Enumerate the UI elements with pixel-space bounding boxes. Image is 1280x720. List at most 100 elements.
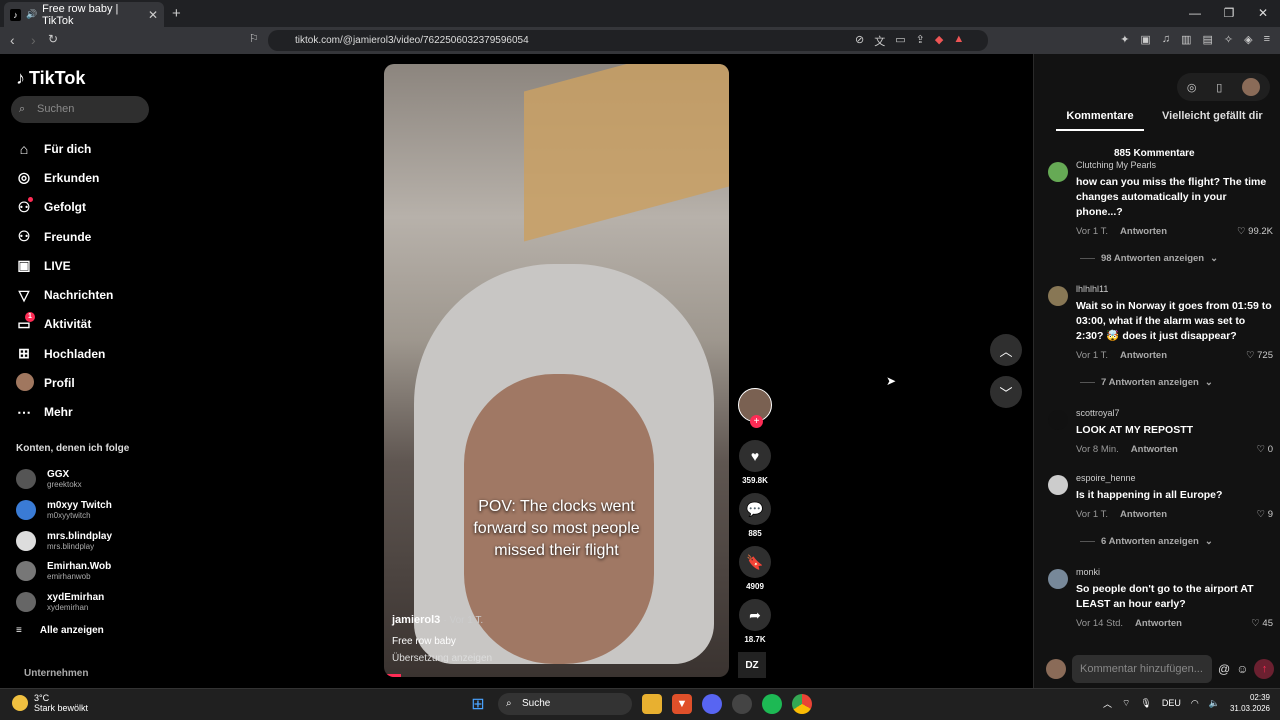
reply-button[interactable]: Antworten bbox=[1120, 350, 1167, 361]
wifi-icon[interactable]: ◠ bbox=[1191, 698, 1199, 709]
music-disc[interactable]: DZ bbox=[738, 652, 766, 678]
prev-video-button[interactable]: ︿ bbox=[990, 334, 1022, 366]
emoji-icon[interactable]: ☺ bbox=[1236, 662, 1248, 676]
menu-item-more[interactable]: ⋯ Mehr bbox=[16, 398, 113, 427]
menu-item-following[interactable]: ⚇ Gefolgt bbox=[16, 193, 113, 222]
tiktok-logo[interactable]: ♪ TikTok bbox=[16, 68, 85, 89]
reply-button[interactable]: Antworten bbox=[1120, 226, 1167, 237]
commenter-avatar[interactable] bbox=[1048, 475, 1068, 495]
cast-icon[interactable]: ▭ bbox=[895, 33, 905, 49]
volume-icon[interactable]: 🔈 bbox=[1209, 698, 1220, 709]
close-tab-icon[interactable]: ✕ bbox=[148, 8, 158, 22]
comment-like[interactable]: ♡ 99.2K bbox=[1237, 226, 1273, 237]
comment-input[interactable]: Kommentar hinzufügen... bbox=[1072, 655, 1212, 683]
chrome-icon[interactable] bbox=[792, 694, 812, 714]
menu-item-activity[interactable]: ▭ 1 Aktivität bbox=[16, 310, 113, 339]
new-tab-button[interactable]: + bbox=[172, 5, 181, 22]
send-icon[interactable]: ↑ bbox=[1254, 659, 1275, 679]
menu-icon[interactable]: ≡ bbox=[1264, 33, 1270, 46]
comment-action[interactable]: 💬 885 bbox=[738, 493, 772, 538]
speaker-icon[interactable]: 🔊 bbox=[26, 9, 37, 20]
reply-button[interactable]: Antworten bbox=[1120, 509, 1167, 520]
comment-like[interactable]: ♡ 725 bbox=[1246, 350, 1273, 361]
music-icon[interactable]: ♫ bbox=[1162, 33, 1170, 46]
comment-like[interactable]: ♡ 45 bbox=[1251, 618, 1273, 629]
following-account[interactable]: GGX greektokx bbox=[16, 464, 112, 495]
comment-like[interactable]: ♡ 0 bbox=[1257, 444, 1273, 455]
tab-comments[interactable]: Kommentare bbox=[1056, 110, 1144, 131]
commenter-avatar[interactable] bbox=[1048, 286, 1068, 306]
show-replies-button[interactable]: 98 Antworten anzeigen ⌄ bbox=[1080, 253, 1273, 264]
company-link[interactable]: Unternehmen bbox=[24, 668, 88, 679]
discord-icon[interactable] bbox=[702, 694, 722, 714]
following-account[interactable]: m0xyy Twitch m0xyytwitch bbox=[16, 495, 112, 526]
phone-icon[interactable]: ▯ bbox=[1216, 81, 1222, 94]
taskbar-search[interactable]: ⌕ Suche bbox=[498, 693, 632, 715]
tabs-icon[interactable]: ▣ bbox=[1140, 33, 1150, 46]
commenter-name[interactable]: espoire_henne bbox=[1076, 473, 1273, 483]
sidebar-icon[interactable]: ▥ bbox=[1181, 33, 1191, 46]
brave-browser-icon[interactable]: ▼ bbox=[672, 694, 692, 714]
save-action[interactable]: 🔖 4909 bbox=[738, 546, 772, 591]
commenter-name[interactable]: monki bbox=[1076, 567, 1273, 577]
share-icon[interactable]: ⇪ bbox=[916, 33, 925, 49]
author-avatar[interactable]: + bbox=[738, 388, 772, 428]
forward-icon[interactable]: › bbox=[31, 32, 36, 48]
like-action[interactable]: ♥ 359.8K bbox=[738, 440, 772, 485]
menu-item-for-you[interactable]: ⌂ Für dich bbox=[16, 134, 113, 163]
compass-icon[interactable]: ◎ bbox=[1187, 81, 1197, 94]
brave-shield-icon[interactable]: ◆ bbox=[935, 33, 943, 49]
video-author[interactable]: jamierol3 · Vor 1 T. bbox=[392, 614, 483, 626]
steam-icon[interactable] bbox=[732, 694, 752, 714]
chevron-up-icon[interactable]: ︿ bbox=[1103, 697, 1112, 710]
menu-item-messages[interactable]: ▽ Nachrichten bbox=[16, 280, 114, 309]
menu-item-profile[interactable]: Profil bbox=[16, 368, 113, 397]
commenter-name[interactable]: scottroyal7 bbox=[1076, 408, 1273, 418]
wallet-icon[interactable]: ▤ bbox=[1202, 33, 1212, 46]
file-explorer-icon[interactable] bbox=[642, 694, 662, 714]
translate-link[interactable]: Übersetzung anzeigen bbox=[392, 653, 492, 664]
weather-widget[interactable]: 3°C Stark bewölkt bbox=[12, 693, 88, 713]
menu-item-live[interactable]: ▣ LIVE bbox=[16, 251, 113, 280]
browser-tab[interactable]: ♪ 🔊 Free row baby | TikTok ✕ bbox=[4, 2, 164, 27]
search-input[interactable]: ⌕ Suchen bbox=[11, 96, 149, 123]
show-replies-button[interactable]: 6 Antworten anzeigen ⌄ bbox=[1080, 536, 1273, 547]
extensions-icon[interactable]: ✦ bbox=[1120, 33, 1129, 46]
mic-icon[interactable]: 🎙 bbox=[1140, 698, 1151, 709]
windows-start-icon[interactable]: ⊞ bbox=[468, 694, 488, 714]
reload-icon[interactable]: ↻ bbox=[48, 32, 58, 46]
minimize-button[interactable]: — bbox=[1178, 0, 1212, 27]
menu-item-explore[interactable]: ◎ Erkunden bbox=[16, 163, 113, 192]
no-tracking-icon[interactable]: ⊘ bbox=[855, 33, 864, 49]
language-indicator[interactable]: DEU bbox=[1162, 698, 1181, 708]
next-video-button[interactable]: ﹀ bbox=[990, 376, 1022, 408]
video-player[interactable]: POV: The clocks went forward so most peo… bbox=[384, 64, 729, 677]
show-replies-button[interactable]: 7 Antworten anzeigen ⌄ bbox=[1080, 377, 1273, 388]
bookmark-icon[interactable]: ⚐ bbox=[249, 32, 259, 45]
menu-item-upload[interactable]: ⊞ Hochladen bbox=[16, 339, 113, 368]
mention-icon[interactable]: @ bbox=[1218, 662, 1230, 676]
video-progress-bar[interactable] bbox=[384, 674, 402, 677]
following-account[interactable]: mrs.blindplay mrs.blindplay bbox=[16, 525, 112, 556]
commenter-avatar[interactable] bbox=[1048, 162, 1068, 182]
share-action[interactable]: ➦ 18.7K bbox=[738, 599, 772, 644]
user-avatar[interactable] bbox=[1242, 78, 1261, 96]
following-account[interactable]: xydEmirhan xydemirhan bbox=[16, 587, 112, 618]
network-icon[interactable]: ⌔ bbox=[1122, 698, 1130, 709]
spotify-icon[interactable] bbox=[762, 694, 782, 714]
reply-button[interactable]: Antworten bbox=[1131, 444, 1178, 455]
commenter-avatar[interactable] bbox=[1048, 410, 1068, 430]
show-all-link[interactable]: ≡ Alle anzeigen bbox=[16, 625, 104, 636]
menu-item-friends[interactable]: ⚇ Freunde bbox=[16, 222, 113, 251]
translate-icon[interactable]: 文 bbox=[874, 33, 885, 49]
commenter-name[interactable]: Clutching My Pearls bbox=[1076, 160, 1273, 170]
tab-recommended[interactable]: Vielleicht gefällt dir bbox=[1144, 110, 1263, 131]
follow-plus-icon[interactable]: + bbox=[750, 415, 763, 428]
maximize-button[interactable]: ❐ bbox=[1212, 0, 1246, 27]
reply-button[interactable]: Antworten bbox=[1135, 618, 1182, 629]
clock[interactable]: 02:39 31.03.2026 bbox=[1230, 692, 1270, 714]
commenter-name[interactable]: lhlhlhl11 bbox=[1076, 284, 1273, 294]
comment-like[interactable]: ♡ 9 bbox=[1257, 509, 1273, 520]
ai-icon[interactable]: ✧ bbox=[1224, 33, 1233, 46]
brave-rewards-icon[interactable]: ▲ bbox=[953, 33, 964, 49]
